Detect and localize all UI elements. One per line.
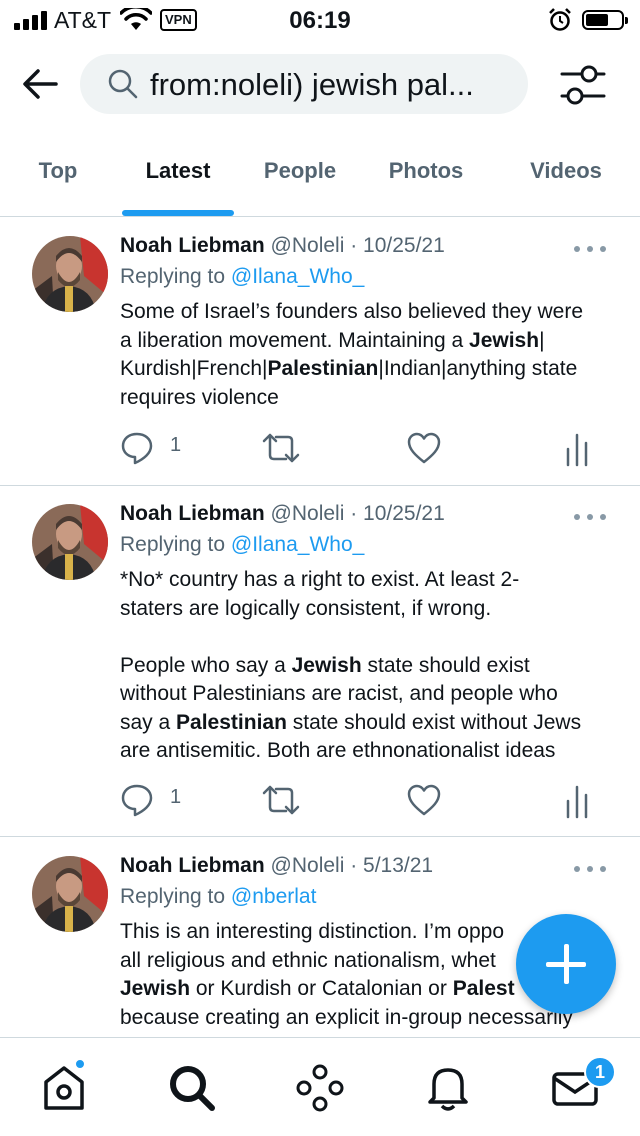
reply-count: 1 (170, 786, 182, 808)
replying-to: Replying to @Ilana_Who_ (120, 533, 365, 556)
tweet-text: Some of Israel’s founders also believed … (120, 298, 620, 412)
tweet-text-line: Some of Israel’s founders also believed … (120, 300, 584, 323)
tweet-text-line: staters are logically consistent, if wro… (120, 596, 492, 620)
tweet[interactable]: Noah Liebman @Noleli · 10/25/21 Replying… (0, 486, 640, 837)
search-icon (108, 69, 138, 99)
tweet-text-line: Kurdish|French|Palestinian|Indian|anythi… (120, 357, 578, 380)
replying-to: Replying to @Ilana_Who_ (120, 265, 365, 288)
search-icon[interactable] (164, 1060, 220, 1116)
reply-icon (121, 432, 153, 465)
tweet-text-line (120, 623, 620, 652)
search-tabs: Top Latest People Photos Videos (0, 140, 640, 217)
author-handle-date: @Noleli · 5/13/21 (270, 854, 434, 877)
tab-latest[interactable]: Latest (118, 158, 238, 184)
replying-handle-link[interactable]: @Ilana_Who_ (231, 533, 364, 556)
retweet-button[interactable] (262, 428, 302, 468)
back-arrow-icon[interactable] (18, 62, 62, 106)
reply-button[interactable]: 1 (120, 780, 200, 820)
tab-top[interactable]: Top (0, 158, 116, 184)
status-bar: AT&T VPN 06:19 (0, 0, 640, 40)
replying-to: Replying to @nberlat (120, 885, 317, 908)
tweet-text-line: requires violence (120, 385, 279, 409)
author-name[interactable]: Noah Liebman (120, 854, 265, 877)
tab-people[interactable]: People (240, 158, 360, 184)
tweet-text-line: without Palestinians are racist, and peo… (120, 682, 558, 705)
more-options-icon[interactable] (574, 512, 608, 522)
analytics-icon (566, 433, 588, 467)
avatar[interactable] (32, 504, 108, 580)
tweet-actions: 1 (0, 780, 640, 820)
retweet-icon (262, 785, 300, 815)
status-time: 06:19 (289, 7, 351, 34)
reply-icon (121, 784, 153, 817)
author-handle-date: @Noleli · 10/25/21 (270, 234, 445, 257)
author-handle-date: @Noleli · 10/25/21 (270, 502, 445, 525)
filter-icon[interactable] (558, 62, 608, 108)
search-input[interactable]: from:noleli) jewish pal... (80, 54, 528, 114)
battery-icon (582, 10, 628, 30)
bottom-nav: 1 (0, 1037, 640, 1136)
messages-badge: 1 (584, 1056, 616, 1088)
search-header: from:noleli) jewish pal... (0, 50, 640, 120)
more-options-icon[interactable] (574, 864, 608, 874)
like-button[interactable] (406, 428, 446, 468)
spaces-icon[interactable] (292, 1060, 348, 1116)
more-options-icon[interactable] (574, 244, 608, 254)
reply-count: 1 (170, 434, 182, 456)
tweet-actions: 1 (0, 428, 640, 468)
like-button[interactable] (406, 780, 446, 820)
tweet[interactable]: Noah Liebman @Noleli · 10/25/21 Replying… (0, 218, 640, 486)
tweet-header: Noah Liebman @Noleli · 5/13/21 (120, 854, 433, 878)
replying-handle-link[interactable]: @nberlat (231, 885, 317, 908)
analytics-button[interactable] (564, 780, 594, 820)
tweet-text-line: People who say a Jewish state should exi… (120, 653, 530, 677)
tweet-header: Noah Liebman @Noleli · 10/25/21 (120, 502, 445, 526)
home-notification-dot (74, 1058, 86, 1070)
search-query-text: from:noleli) jewish pal... (150, 67, 474, 102)
author-name[interactable]: Noah Liebman (120, 234, 265, 257)
analytics-icon (566, 785, 588, 819)
tweet-header: Noah Liebman @Noleli · 10/25/21 (120, 234, 445, 258)
notifications-icon[interactable] (420, 1060, 476, 1116)
compose-tweet-button[interactable] (516, 914, 616, 1014)
tab-videos[interactable]: Videos (506, 158, 626, 184)
heart-icon (407, 784, 441, 816)
active-tab-indicator (122, 210, 234, 216)
avatar[interactable] (32, 236, 108, 312)
heart-icon (407, 432, 441, 464)
replying-handle-link[interactable]: @Ilana_Who_ (231, 265, 364, 288)
tweet-text-line: a liberation movement. Maintaining a Jew… (120, 328, 545, 352)
tweet-text: *No* country has a right to exist. At le… (120, 566, 620, 766)
analytics-button[interactable] (564, 428, 594, 468)
avatar[interactable] (32, 856, 108, 932)
tweet-text-line: *No* country has a right to exist. At le… (120, 568, 520, 591)
retweet-button[interactable] (262, 780, 302, 820)
tweet-text-line: say a Palestinian state should exist wit… (120, 710, 582, 734)
tab-photos[interactable]: Photos (366, 158, 486, 184)
tweet-text-line: are antisemitic. Both are ethnonationali… (120, 739, 556, 762)
reply-button[interactable]: 1 (120, 428, 200, 468)
alarm-icon (549, 8, 571, 31)
retweet-icon (262, 433, 300, 463)
author-name[interactable]: Noah Liebman (120, 502, 265, 525)
